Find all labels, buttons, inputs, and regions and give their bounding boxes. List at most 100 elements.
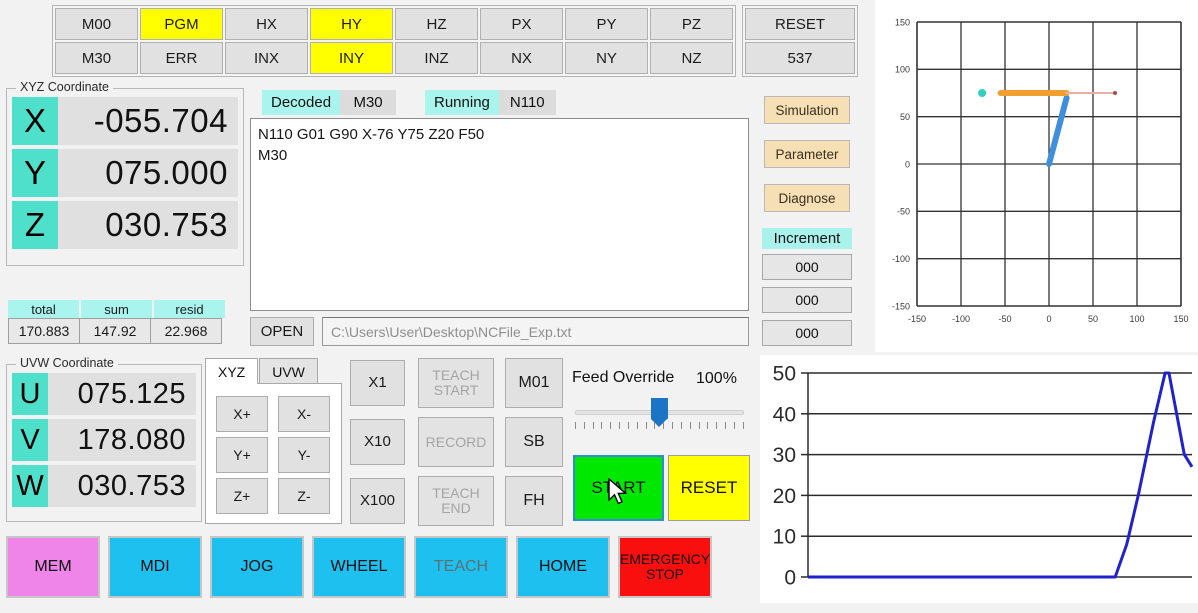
status-row-1: M00 PGM HX HY HZ PX PY PZ (55, 8, 733, 40)
status-btn-m30[interactable]: M30 (55, 42, 138, 74)
jog-button-x-minus[interactable]: X- (278, 396, 330, 432)
fh-button[interactable]: FH (505, 476, 563, 526)
step-button-x10[interactable]: X10 (350, 419, 405, 465)
mode-button-teach[interactable]: TEACH (414, 536, 508, 598)
jog-tab-panel: X+ X- Y+ Y- Z+ Z- XYZ UVW (205, 358, 342, 524)
diagnose-button[interactable]: Diagnose (764, 184, 850, 212)
axis-value-w: 030.753 (48, 465, 196, 507)
tab-xyz[interactable]: XYZ (205, 358, 259, 384)
axis-value-x: -055.704 (58, 97, 238, 145)
svg-text:-150: -150 (892, 301, 910, 311)
status-btn-nz[interactable]: NZ (650, 42, 733, 74)
svg-text:0: 0 (784, 567, 796, 590)
sb-button[interactable]: SB (505, 417, 563, 467)
m01-button[interactable]: M01 (505, 358, 563, 408)
feed-override-percent: 100% (696, 370, 737, 387)
feed-rate-plot-wrap: 0 10 20 30 40 50 (760, 355, 1198, 613)
status-btn-err[interactable]: ERR (140, 42, 223, 74)
status-btn-px[interactable]: PX (480, 8, 563, 40)
coordinate-row-u: U 075.125 (12, 373, 196, 415)
simulation-button[interactable]: Simulation (764, 96, 850, 124)
reset-button[interactable]: RESET (668, 455, 750, 521)
svg-text:10: 10 (773, 526, 796, 549)
status-main-block: M00 PGM HX HY HZ PX PY PZ M30 ERR INX IN… (52, 5, 736, 77)
status-btn-m00[interactable]: M00 (55, 8, 138, 40)
jog-button-y-plus[interactable]: Y+ (216, 437, 268, 473)
increment-field-1[interactable]: 000 (762, 254, 852, 280)
status-counter-value: 537 (745, 42, 855, 74)
mode-button-home[interactable]: HOME (516, 536, 610, 598)
increment-field-3[interactable]: 000 (762, 320, 852, 346)
status-btn-pgm[interactable]: PGM (140, 8, 223, 40)
step-button-x1[interactable]: X1 (350, 360, 405, 406)
feed-override-slider-thumb[interactable] (651, 398, 668, 427)
svg-text:50: 50 (900, 112, 910, 122)
status-btn-ny[interactable]: NY (565, 42, 648, 74)
mode-button-mem[interactable]: MEM (6, 536, 100, 598)
teach-start-button[interactable]: TEACH START (418, 358, 494, 408)
status-btn-py[interactable]: PY (565, 8, 648, 40)
mode-button-mdi[interactable]: MDI (108, 536, 202, 598)
feed-override-slider-ticks (575, 422, 744, 431)
gcode-editor[interactable]: N110 G01 G90 X-76 Y75 Z20 F50 M30 (250, 118, 749, 311)
status-btn-inz[interactable]: INZ (395, 42, 478, 74)
running-label: Running (425, 90, 499, 115)
svg-text:-150: -150 (908, 314, 926, 324)
svg-text:0: 0 (905, 159, 910, 169)
status-btn-iny[interactable]: INY (310, 42, 393, 74)
mode-button-wheel[interactable]: WHEEL (312, 536, 406, 598)
step-button-x100[interactable]: X100 (350, 478, 405, 524)
status-btn-inx[interactable]: INX (225, 42, 308, 74)
svg-text:40: 40 (773, 403, 796, 426)
svg-text:100: 100 (1129, 314, 1144, 324)
running-status: Running N110 (425, 90, 556, 115)
svg-text:100: 100 (895, 65, 910, 75)
status-reset-button[interactable]: RESET (745, 8, 855, 40)
axis-label-v: V (12, 419, 48, 461)
status-btn-hx[interactable]: HX (225, 8, 308, 40)
svg-text:-100: -100 (892, 254, 910, 264)
teach-end-button[interactable]: TEACH END (418, 476, 494, 526)
svg-text:0: 0 (1046, 314, 1051, 324)
increment-field-2[interactable]: 000 (762, 287, 852, 313)
totals-header-sum: sum (81, 300, 152, 318)
xyz-coordinate-panel: XYZ Coordinate X -055.704 Y 075.000 Z 03… (6, 80, 244, 266)
totals-value-sum: 147.92 (79, 318, 151, 344)
jog-button-z-minus[interactable]: Z- (278, 478, 330, 514)
decoded-label: Decoded (262, 90, 341, 115)
svg-text:-100: -100 (952, 314, 970, 324)
axis-value-z: 030.753 (58, 201, 238, 249)
file-path-field[interactable]: C:\Users\User\Desktop\NCFile_Exp.txt (322, 317, 749, 346)
uvw-panel-title: UVW Coordinate (16, 356, 118, 370)
mode-button-bar: MEM MDI JOG WHEEL TEACH HOME EMERGENCY S… (6, 536, 712, 598)
emergency-stop-button[interactable]: EMERGENCY STOP (618, 536, 712, 598)
status-btn-nx[interactable]: NX (480, 42, 563, 74)
status-button-grid: M00 PGM HX HY HZ PX PY PZ M30 ERR INX IN… (52, 5, 858, 77)
reset-row: RESET (745, 8, 855, 40)
jog-button-x-plus[interactable]: X+ (216, 396, 268, 432)
xy-toolpath-plot: -150 -100 -50 0 50 100 150 -150 -100 -50 0 50 100 150 (875, 0, 1198, 352)
status-btn-hz[interactable]: HZ (395, 8, 478, 40)
status-btn-hy[interactable]: HY (310, 8, 393, 40)
axis-label-u: U (12, 373, 48, 415)
start-button[interactable]: START (573, 455, 664, 521)
open-file-button[interactable]: OPEN (250, 317, 314, 346)
tab-uvw[interactable]: UVW (259, 358, 318, 384)
axis-value-u: 075.125 (48, 373, 196, 415)
status-btn-pz[interactable]: PZ (650, 8, 733, 40)
totals-header-total: total (8, 300, 79, 318)
jog-button-y-minus[interactable]: Y- (278, 437, 330, 473)
decoded-status: Decoded M30 (262, 90, 397, 115)
coordinate-row-x: X -055.704 (12, 97, 238, 145)
coordinate-row-y: Y 075.000 (12, 149, 238, 197)
axis-value-y: 075.000 (58, 149, 238, 197)
parameter-button[interactable]: Parameter (764, 140, 850, 168)
jog-button-z-plus[interactable]: Z+ (216, 478, 268, 514)
axis-label-x: X (12, 97, 58, 145)
mode-button-jog[interactable]: JOG (210, 536, 304, 598)
record-button[interactable]: RECORD (418, 417, 494, 467)
totals-headers: total sum resid (8, 300, 225, 318)
svg-text:30: 30 (773, 444, 796, 467)
coordinate-row-v: V 178.080 (12, 419, 196, 461)
increment-label: Increment (762, 228, 852, 249)
